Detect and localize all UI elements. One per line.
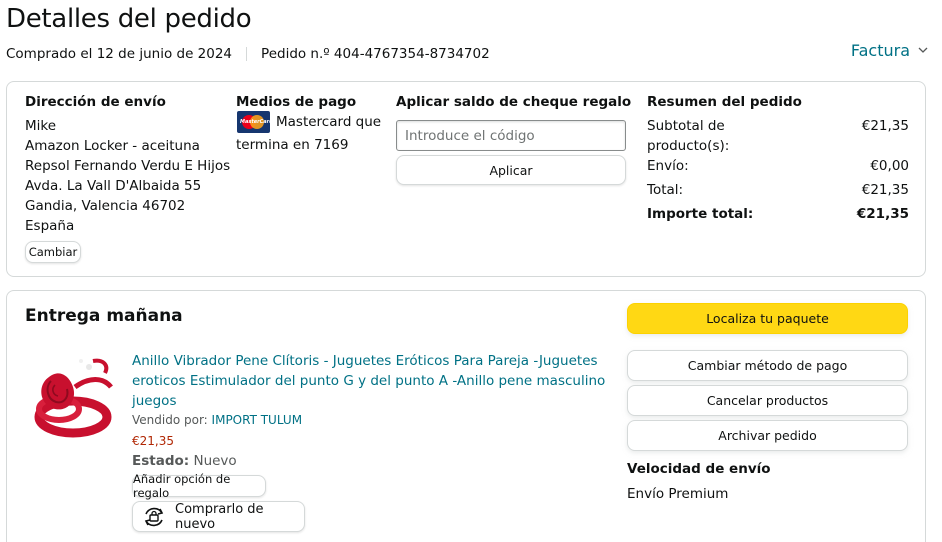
invoice-label: Factura (850, 41, 910, 60)
grand-total-value: €21,35 (856, 206, 909, 222)
address-line: Repsol Fernando Verdu E Hijos (25, 158, 231, 174)
order-meta: Comprado el 12 de junio de 2024 Pedido n… (6, 46, 490, 62)
archive-order-button[interactable]: Archivar pedido (627, 420, 908, 451)
total-label: Total: (647, 182, 684, 198)
shipping-speed-heading: Velocidad de envío (627, 461, 771, 477)
order-number: Pedido n.º 404-4767354-8734702 (261, 46, 490, 62)
mastercard-icon: MasterCard (237, 111, 270, 133)
buy-again-button[interactable]: Comprarlo de nuevo (132, 501, 305, 532)
buy-again-icon (141, 505, 167, 529)
track-package-button[interactable]: Localiza tu paquete (627, 303, 908, 334)
state-value: Nuevo (193, 453, 237, 469)
change-payment-button[interactable]: Cambiar método de pago (627, 350, 908, 381)
subtotal-value: €21,35 (861, 118, 909, 134)
product-title-link[interactable]: Anillo Vibrador Pene Clítoris - Juguetes… (132, 351, 607, 411)
buy-again-label: Comprarlo de nuevo (175, 501, 264, 532)
gift-heading: Aplicar saldo de cheque regalo (396, 94, 632, 110)
delivery-heading: Entrega mañana (25, 306, 183, 326)
meta-divider (246, 47, 248, 61)
product-image[interactable] (29, 347, 121, 443)
shipping-speed-value: Envío Premium (627, 486, 729, 502)
payment-card-line1: Mastercard que (276, 114, 382, 130)
address-line: Mike (25, 118, 57, 134)
grand-total-label: Importe total: (647, 206, 754, 222)
gift-code-input[interactable] (396, 120, 626, 151)
product-state: Estado: Nuevo (132, 453, 237, 469)
purchase-date: Comprado el 12 de junio de 2024 (6, 46, 233, 62)
order-info-box: Dirección de envío Mike Amazon Locker - … (6, 81, 926, 277)
invoice-dropdown[interactable]: Factura (851, 41, 928, 60)
payment-heading: Medios de pago (236, 94, 357, 110)
shipping-cost-value: €0,00 (870, 158, 909, 174)
chevron-down-icon (918, 44, 928, 57)
delivery-box: Entrega mañana Anillo Vibrador Pene Clít… (6, 290, 926, 542)
payment-card-line2: termina en 7169 (236, 137, 349, 153)
summary-shipping-row: Envío: €0,00 (647, 156, 909, 176)
state-label: Estado: (132, 453, 190, 469)
subtotal-label: Subtotal de producto(s): (647, 118, 730, 154)
summary-subtotal-row: Subtotal de producto(s): €21,35 (647, 116, 909, 156)
address-line: Amazon Locker - aceituna (25, 138, 200, 154)
summary-heading: Resumen del pedido (647, 94, 802, 110)
seller-link[interactable]: IMPORT TULUM (212, 413, 303, 427)
product-price: €21,35 (132, 434, 174, 448)
add-gift-option-button[interactable]: Añadir opción de regalo (132, 472, 266, 500)
address-line: Avda. La Vall D'Albaida 55 (25, 178, 202, 194)
shipping-heading: Dirección de envío (25, 94, 166, 110)
sold-by: Vendido por: IMPORT TULUM (132, 413, 302, 427)
address-line: España (25, 218, 75, 234)
cancel-items-button[interactable]: Cancelar productos (627, 385, 908, 416)
address-line: Gandia, Valencia 46702 (25, 198, 186, 214)
change-address-button[interactable]: Cambiar (25, 241, 81, 263)
summary-total-row: Total: €21,35 (647, 180, 909, 200)
sold-by-label: Vendido por: (132, 413, 208, 427)
total-value: €21,35 (861, 182, 909, 198)
summary-grand-total-row: Importe total: €21,35 (647, 204, 909, 224)
page-title: Detalles del pedido (6, 4, 252, 34)
apply-gift-button[interactable]: Aplicar (396, 155, 626, 185)
shipping-address: Mike Amazon Locker - aceituna Repsol Fer… (25, 116, 230, 236)
shipping-cost-label: Envío: (647, 158, 689, 174)
